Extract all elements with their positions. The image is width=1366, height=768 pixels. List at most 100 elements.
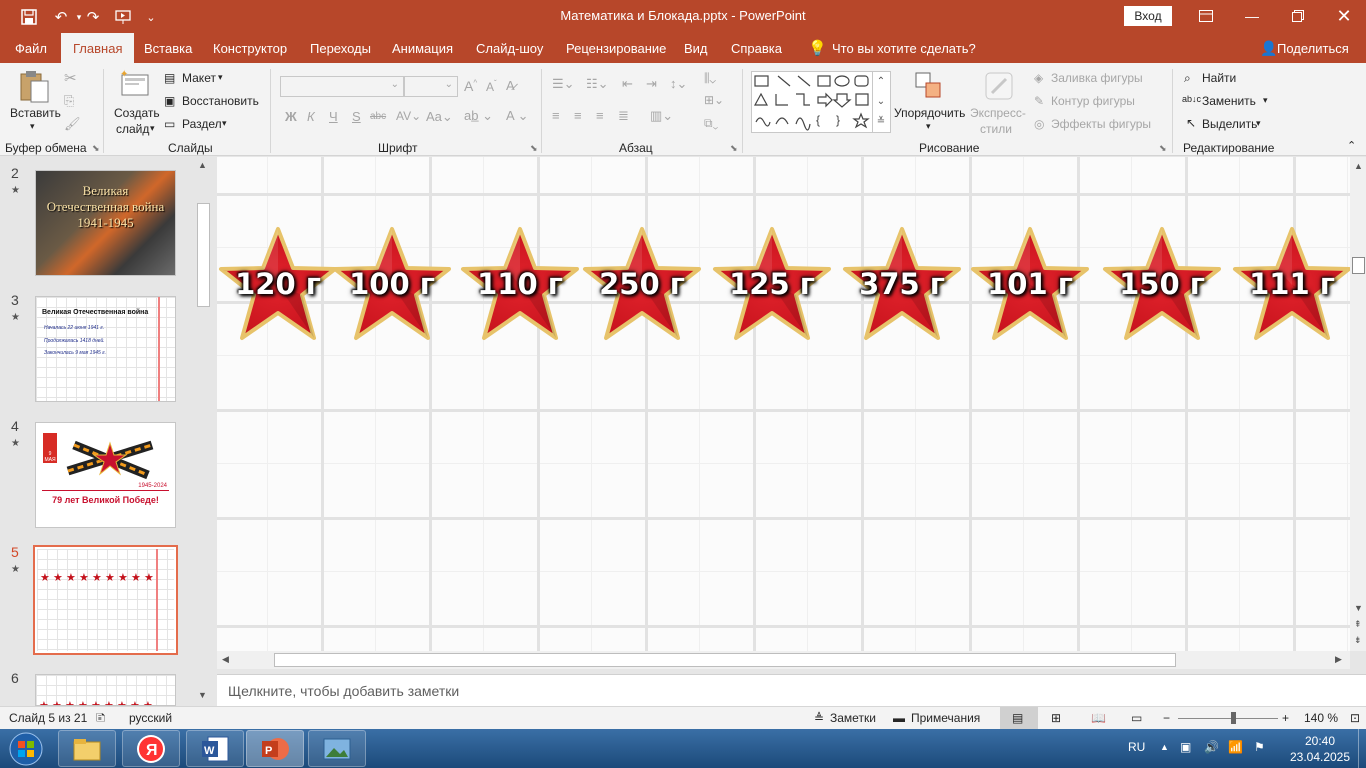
minimize-icon[interactable]: — <box>1229 0 1275 32</box>
slide-thumbnail-5[interactable]: ★ ★ ★ ★ ★ ★ ★ ★ ★ <box>33 545 178 655</box>
select-icon[interactable]: ↖ <box>1186 116 1196 130</box>
section-icon[interactable]: ▭ <box>164 117 175 131</box>
signin-button[interactable]: Вход <box>1124 6 1172 26</box>
zoom-out-icon[interactable]: − <box>1163 711 1170 725</box>
smartart-icon[interactable]: ⧉⌄ <box>704 116 718 131</box>
notes-pane[interactable]: Щелкните, чтобы добавить заметки <box>217 674 1366 706</box>
shapes-gallery-scroll-icon[interactable]: ⌃ ⌄ ≚ <box>872 72 889 132</box>
ration-star[interactable]: 250 г <box>581 225 703 343</box>
reset-icon[interactable]: ▣ <box>164 94 175 108</box>
shape-fill-icon[interactable]: ◈ <box>1034 71 1043 85</box>
tab-view[interactable]: Вид <box>682 33 710 63</box>
format-painter-icon[interactable]: 🖌 <box>64 116 81 132</box>
tab-slideshow[interactable]: Слайд-шоу <box>474 33 545 63</box>
ration-star[interactable]: 110 г <box>459 225 581 343</box>
slide-thumbnail-2[interactable]: Великая Отечественная война 1941-1945 <box>35 170 176 276</box>
paragraph-launcher-icon[interactable]: ⬊ <box>730 143 738 154</box>
scroll-thumb[interactable] <box>197 203 210 307</box>
arrange-button[interactable]: Упорядочить <box>894 106 965 120</box>
slide-scrollbar[interactable]: ▲ ▼ ⇞ ⇟ <box>1350 157 1366 651</box>
shape-effects-icon[interactable]: ◎ <box>1034 117 1044 131</box>
yandex-browser-taskbar-icon[interactable]: Я <box>122 730 180 767</box>
tab-animations[interactable]: Анимация <box>390 33 455 63</box>
tab-review[interactable]: Рецензирование <box>564 33 668 63</box>
ration-star[interactable]: 111 г <box>1231 225 1350 343</box>
align-left-icon[interactable]: ≡ <box>552 108 560 123</box>
bold-button[interactable]: Ж <box>285 109 297 124</box>
change-case-icon[interactable]: Aa⌄ <box>426 109 453 125</box>
language-indicator[interactable]: русский <box>129 711 172 725</box>
underline-button[interactable]: Ч <box>329 109 338 124</box>
scroll-up-icon[interactable]: ▲ <box>1354 161 1363 171</box>
input-language[interactable]: RU <box>1128 740 1145 754</box>
tab-file[interactable]: Файл <box>13 33 49 63</box>
italic-button[interactable]: К <box>307 109 315 124</box>
numbering-icon[interactable]: ☷⌄ <box>586 76 609 92</box>
previous-slide-icon[interactable]: ⇞ <box>1354 619 1362 630</box>
ration-star[interactable]: 150 г <box>1101 225 1223 343</box>
font-family-combo[interactable]: ⌄ <box>280 76 404 97</box>
select-button[interactable]: Выделить <box>1202 117 1257 131</box>
notes-placeholder[interactable]: Щелкните, чтобы добавить заметки <box>228 683 459 699</box>
font-grow-icon[interactable]: A^ <box>464 78 477 94</box>
slide-thumbnail-4[interactable]: 9 МАЯ 1945-2024 79 лет Великой Победе! <box>35 422 176 528</box>
shape-fill-button[interactable]: Заливка фигуры <box>1051 71 1143 85</box>
action-center-icon[interactable]: ⚑ <box>1254 740 1265 754</box>
drawing-launcher-icon[interactable]: ⬊ <box>1159 143 1167 154</box>
ration-star[interactable]: 120 г <box>217 225 339 343</box>
text-shadow-button[interactable]: S <box>352 109 361 124</box>
thumbnails-scrollbar[interactable]: ▲ ▼ <box>196 157 211 706</box>
quick-styles-icon[interactable] <box>984 71 1014 104</box>
zoom-slider-thumb[interactable] <box>1231 712 1236 724</box>
device-icon[interactable]: ▣ <box>1180 740 1191 754</box>
scroll-down-icon[interactable]: ▼ <box>1354 603 1363 613</box>
clipboard-launcher-icon[interactable]: ⬊ <box>92 143 100 154</box>
text-direction-icon[interactable]: ⫼⌄ <box>704 71 716 86</box>
fit-slide-icon[interactable]: ⊡ <box>1350 711 1360 725</box>
reset-button[interactable]: Восстановить <box>182 94 259 108</box>
scroll-left-icon[interactable]: ◀ <box>222 654 229 665</box>
arrange-dropdown-icon[interactable]: ▾ <box>926 121 931 132</box>
scroll-down-icon[interactable]: ▼ <box>198 690 207 700</box>
slide-sorter-icon[interactable]: ⊞ <box>1051 711 1061 725</box>
line-spacing-icon[interactable]: ↕⌄ <box>670 76 687 92</box>
scroll-up-icon[interactable]: ▲ <box>198 160 207 170</box>
notes-toggle-button[interactable]: Заметки <box>830 711 876 725</box>
slide-canvas[interactable]: 120 г 100 г 110 г 250 г 125 г 375 г 101 г 150 г… <box>217 157 1350 651</box>
collapse-ribbon-icon[interactable]: ⌃ <box>1347 139 1356 152</box>
replace-icon[interactable]: ab↓c <box>1182 94 1201 104</box>
align-right-icon[interactable]: ≡ <box>596 108 604 123</box>
show-hidden-icons-icon[interactable]: ▲ <box>1160 742 1169 752</box>
align-text-icon[interactable]: ⊞⌄ <box>704 93 724 107</box>
paste-icon[interactable] <box>18 69 50 106</box>
select-dropdown-icon[interactable]: ▾ <box>1256 118 1261 129</box>
font-shrink-icon[interactable]: Aˇ <box>486 79 497 94</box>
ribbon-display-options-icon[interactable] <box>1183 0 1229 32</box>
tab-help[interactable]: Справка <box>729 33 784 63</box>
highlight-icon[interactable]: ab̲ ⌄ <box>464 108 493 124</box>
find-button[interactable]: Найти <box>1202 71 1236 85</box>
reading-view-icon[interactable]: 📖 <box>1091 711 1106 725</box>
font-launcher-icon[interactable]: ⬊ <box>530 143 538 154</box>
show-desktop-button[interactable] <box>1358 729 1366 768</box>
paste-dropdown-icon[interactable]: ▾ <box>30 121 35 132</box>
new-slide-dropdown-icon[interactable]: ▾ <box>150 123 155 134</box>
decrease-indent-icon[interactable]: ⇤ <box>622 76 633 92</box>
tell-me-search[interactable]: Что вы хотите сделать? <box>830 33 978 63</box>
font-color-icon[interactable]: A ⌄ <box>506 108 528 124</box>
horizontal-scrollbar[interactable]: ◀ ▶ <box>217 651 1350 669</box>
ration-star[interactable]: 125 г <box>711 225 833 343</box>
slideshow-view-icon[interactable]: ▭ <box>1131 711 1142 725</box>
word-taskbar-icon[interactable]: W <box>186 730 244 767</box>
justify-icon[interactable]: ≣ <box>618 108 629 124</box>
clear-formatting-icon[interactable]: A̷ <box>506 78 515 93</box>
ration-star[interactable]: 101 г <box>969 225 1091 343</box>
zoom-level[interactable]: 140 % <box>1304 711 1338 725</box>
shapes-gallery[interactable]: {} <box>751 71 891 133</box>
slide-thumbnail-6[interactable]: ★ ★ ★ ★ ★ ★ ★ ★ ★ <box>35 674 176 706</box>
new-slide-label-2[interactable]: слайд <box>116 122 149 136</box>
scroll-thumb[interactable] <box>274 653 1176 667</box>
layout-button[interactable]: Макет <box>182 71 216 85</box>
align-center-icon[interactable]: ≡ <box>574 108 582 123</box>
comments-icon[interactable]: ▬ <box>893 711 905 725</box>
